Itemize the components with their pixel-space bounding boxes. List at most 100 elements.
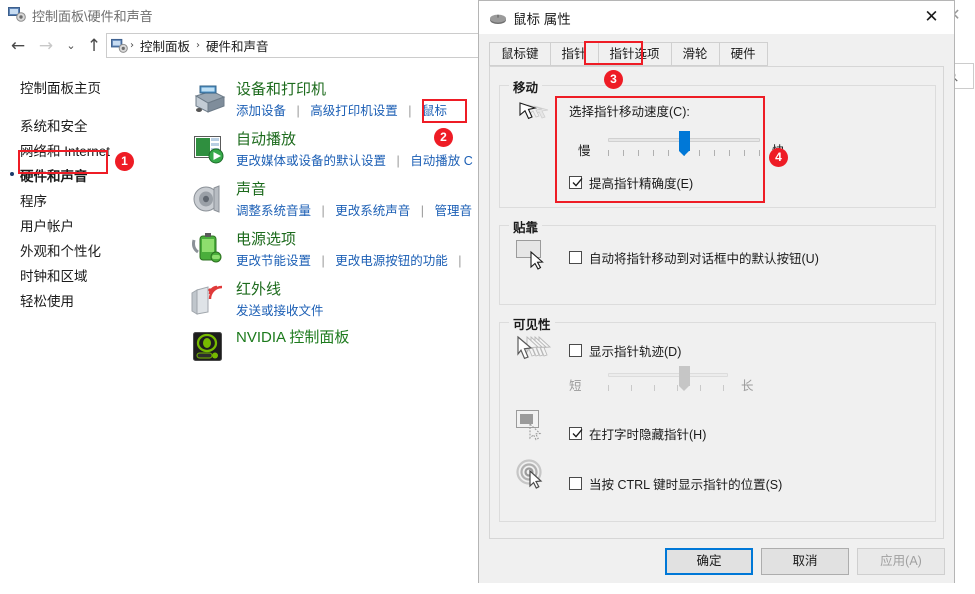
category-title-infrared[interactable]: 红外线	[236, 278, 281, 299]
checkbox-row-enhance-precision[interactable]: 提高指针精确度(E)	[569, 173, 693, 192]
group-snap-to: 贴靠 自动将指针移动到对话框中的默认按钮(U)	[499, 217, 936, 305]
checkbox-row-ctrl-locate[interactable]: 当按 CTRL 键时显示指针的位置(S)	[569, 474, 782, 493]
control-panel-icon	[8, 6, 26, 23]
sidebar-item-programs[interactable]: 程序	[20, 190, 47, 210]
label-ctrl-locate: 当按 CTRL 键时显示指针的位置(S)	[589, 478, 783, 492]
checkbox-ctrl-locate[interactable]	[569, 477, 582, 490]
sidebar-item-appearance[interactable]: 外观和个性化	[20, 240, 101, 260]
slider-thumb[interactable]	[679, 131, 690, 156]
dialog-close-icon[interactable]: ✕	[909, 1, 954, 33]
label-pointer-speed: 选择指针移动速度(C):	[569, 105, 690, 119]
checkbox-hide-while-typing[interactable]	[569, 426, 583, 440]
ok-button[interactable]: 确定	[665, 548, 753, 575]
cancel-button[interactable]: 取消	[761, 548, 849, 575]
label-pointer-trails: 显示指针轨迹(D)	[589, 345, 682, 359]
tab-pointer-options[interactable]: 指针选项	[597, 42, 671, 66]
link-add-device[interactable]: 添加设备	[236, 104, 286, 118]
slider-min-label-slow: 慢	[578, 144, 591, 158]
annotation-badge-3: 3	[604, 70, 623, 89]
annotation-badge-1: 1	[115, 152, 134, 171]
sidebar-item-clock-region[interactable]: 时钟和区域	[20, 265, 88, 285]
link-change-power-buttons[interactable]: 更改电源按钮的功能	[335, 254, 448, 268]
breadcrumb-item-1[interactable]: 硬件和声音	[200, 36, 275, 55]
tab-wheel[interactable]: 滑轮	[670, 42, 719, 66]
autoplay-icon	[188, 130, 228, 168]
category-links-autoplay: 更改媒体或设备的默认设置 | 自动播放 C	[236, 150, 473, 169]
mouse-properties-dialog: 鼠标 属性 ✕ 鼠标键 指针 指针选项 滑轮 硬件 移动 选择指针移动速度(C)…	[478, 0, 955, 583]
annotation-badge-4: 4	[769, 148, 788, 167]
link-autoplay-c[interactable]: 自动播放 C	[410, 154, 473, 168]
sidebar-active-bullet	[10, 172, 14, 176]
category-title-devices-printers[interactable]: 设备和打印机	[236, 78, 326, 99]
tab-hardware[interactable]: 硬件	[718, 42, 768, 66]
breadcrumb-item-0[interactable]: 控制面板	[134, 36, 196, 55]
slider-min-label-short: 短	[569, 379, 582, 393]
link-change-media-defaults[interactable]: 更改媒体或设备的默认设置	[236, 154, 386, 168]
category-title-nvidia[interactable]: NVIDIA 控制面板	[236, 326, 349, 347]
dialog-title: 鼠标 属性	[513, 12, 571, 27]
link-change-sounds[interactable]: 更改系统声音	[335, 204, 410, 218]
mouse-icon	[489, 12, 507, 24]
sidebar-item-hardware-sound[interactable]: 硬件和声音	[20, 165, 88, 185]
sidebar-item-user-accounts[interactable]: 用户帐户	[20, 215, 74, 235]
back-button[interactable]: ←	[5, 34, 31, 58]
link-manage-audio[interactable]: 管理音	[434, 204, 472, 218]
link-separator: |	[408, 104, 412, 118]
link-separator: |	[321, 254, 325, 268]
pointer-trails-slider[interactable]: 短 长	[569, 365, 839, 395]
checkbox-enhance-precision[interactable]	[569, 175, 583, 189]
pointer-trail-icon	[514, 100, 550, 139]
link-separator: |	[396, 154, 400, 168]
battery-icon	[188, 230, 228, 268]
sidebar-item-home[interactable]: 控制面板主页	[20, 77, 101, 97]
checkbox-snap-default[interactable]	[569, 251, 582, 264]
annotation-badge-2: 2	[434, 128, 453, 147]
group-label-visibility: 可见性	[509, 314, 555, 333]
printer-icon	[188, 80, 228, 118]
link-separator: |	[420, 204, 424, 218]
sidebar-item-system-security[interactable]: 系统和安全	[20, 115, 88, 135]
link-mouse[interactable]: 鼠标	[422, 104, 447, 118]
check-mark-icon	[572, 175, 583, 187]
link-separator: |	[296, 104, 300, 118]
group-label-motion: 移动	[509, 77, 543, 96]
link-send-receive-files[interactable]: 发送或接收文件	[236, 304, 324, 318]
category-title-power-options[interactable]: 电源选项	[236, 228, 296, 249]
dialog-button-bar: 确定 取消 应用(A)	[479, 542, 954, 583]
link-advanced-printer-settings[interactable]: 高级打印机设置	[310, 104, 398, 118]
trails-slider-track[interactable]	[608, 373, 728, 377]
group-motion: 移动 选择指针移动速度(C): 慢 提高指针精确度(E)	[499, 77, 936, 208]
category-title-sound[interactable]: 声音	[236, 178, 266, 199]
default-button-icon	[514, 238, 550, 277]
tab-page-pointer-options: 移动 选择指针移动速度(C): 慢 提高指针精确度(E) 贴靠 自动将指针移动到…	[489, 66, 944, 539]
tab-pointers[interactable]: 指针	[549, 42, 598, 66]
up-button[interactable]: ↑	[81, 34, 107, 58]
hide-pointer-icon	[514, 408, 550, 447]
checkbox-row-pointer-trails[interactable]: 显示指针轨迹(D)	[569, 341, 681, 360]
sidebar-item-network-internet[interactable]: 网络和 Internet	[20, 140, 110, 160]
category-title-autoplay[interactable]: 自动播放	[236, 128, 296, 149]
category-links-sound: 调整系统音量 | 更改系统声音 | 管理音	[236, 200, 472, 219]
dialog-body: 鼠标键 指针 指针选项 滑轮 硬件 移动 选择指针移动速度(C): 慢 提高指针…	[479, 34, 954, 583]
check-mark-icon	[572, 426, 583, 438]
link-adjust-volume[interactable]: 调整系统音量	[236, 204, 311, 218]
apply-button[interactable]: 应用(A)	[857, 548, 945, 575]
locate-pointer-icon	[514, 458, 550, 497]
window-title: 控制面板\硬件和声音	[32, 9, 153, 24]
address-control-panel-icon	[111, 38, 128, 54]
trails-slider-thumb[interactable]	[679, 366, 690, 391]
link-change-power-saving[interactable]: 更改节能设置	[236, 254, 311, 268]
tab-buttons[interactable]: 鼠标键	[489, 42, 550, 66]
category-links-devices-printers: 添加设备 | 高级打印机设置 | 鼠标	[236, 100, 447, 119]
checkbox-row-snap-default[interactable]: 自动将指针移动到对话框中的默认按钮(U)	[569, 248, 819, 267]
speaker-icon	[188, 180, 228, 218]
forward-button[interactable]: →	[33, 34, 59, 58]
sidebar-item-ease-of-access[interactable]: 轻松使用	[20, 290, 74, 310]
checkbox-row-hide-while-typing[interactable]: 在打字时隐藏指针(H)	[569, 424, 706, 443]
tab-strip: 鼠标键 指针 指针选项 滑轮 硬件	[489, 42, 768, 66]
infrared-icon	[188, 280, 228, 318]
checkbox-pointer-trails[interactable]	[569, 344, 582, 357]
category-links-power-options: 更改节能设置 | 更改电源按钮的功能 |	[236, 250, 468, 269]
trails-slider-ticks	[608, 385, 728, 391]
label-snap-default: 自动将指针移动到对话框中的默认按钮(U)	[589, 252, 819, 266]
